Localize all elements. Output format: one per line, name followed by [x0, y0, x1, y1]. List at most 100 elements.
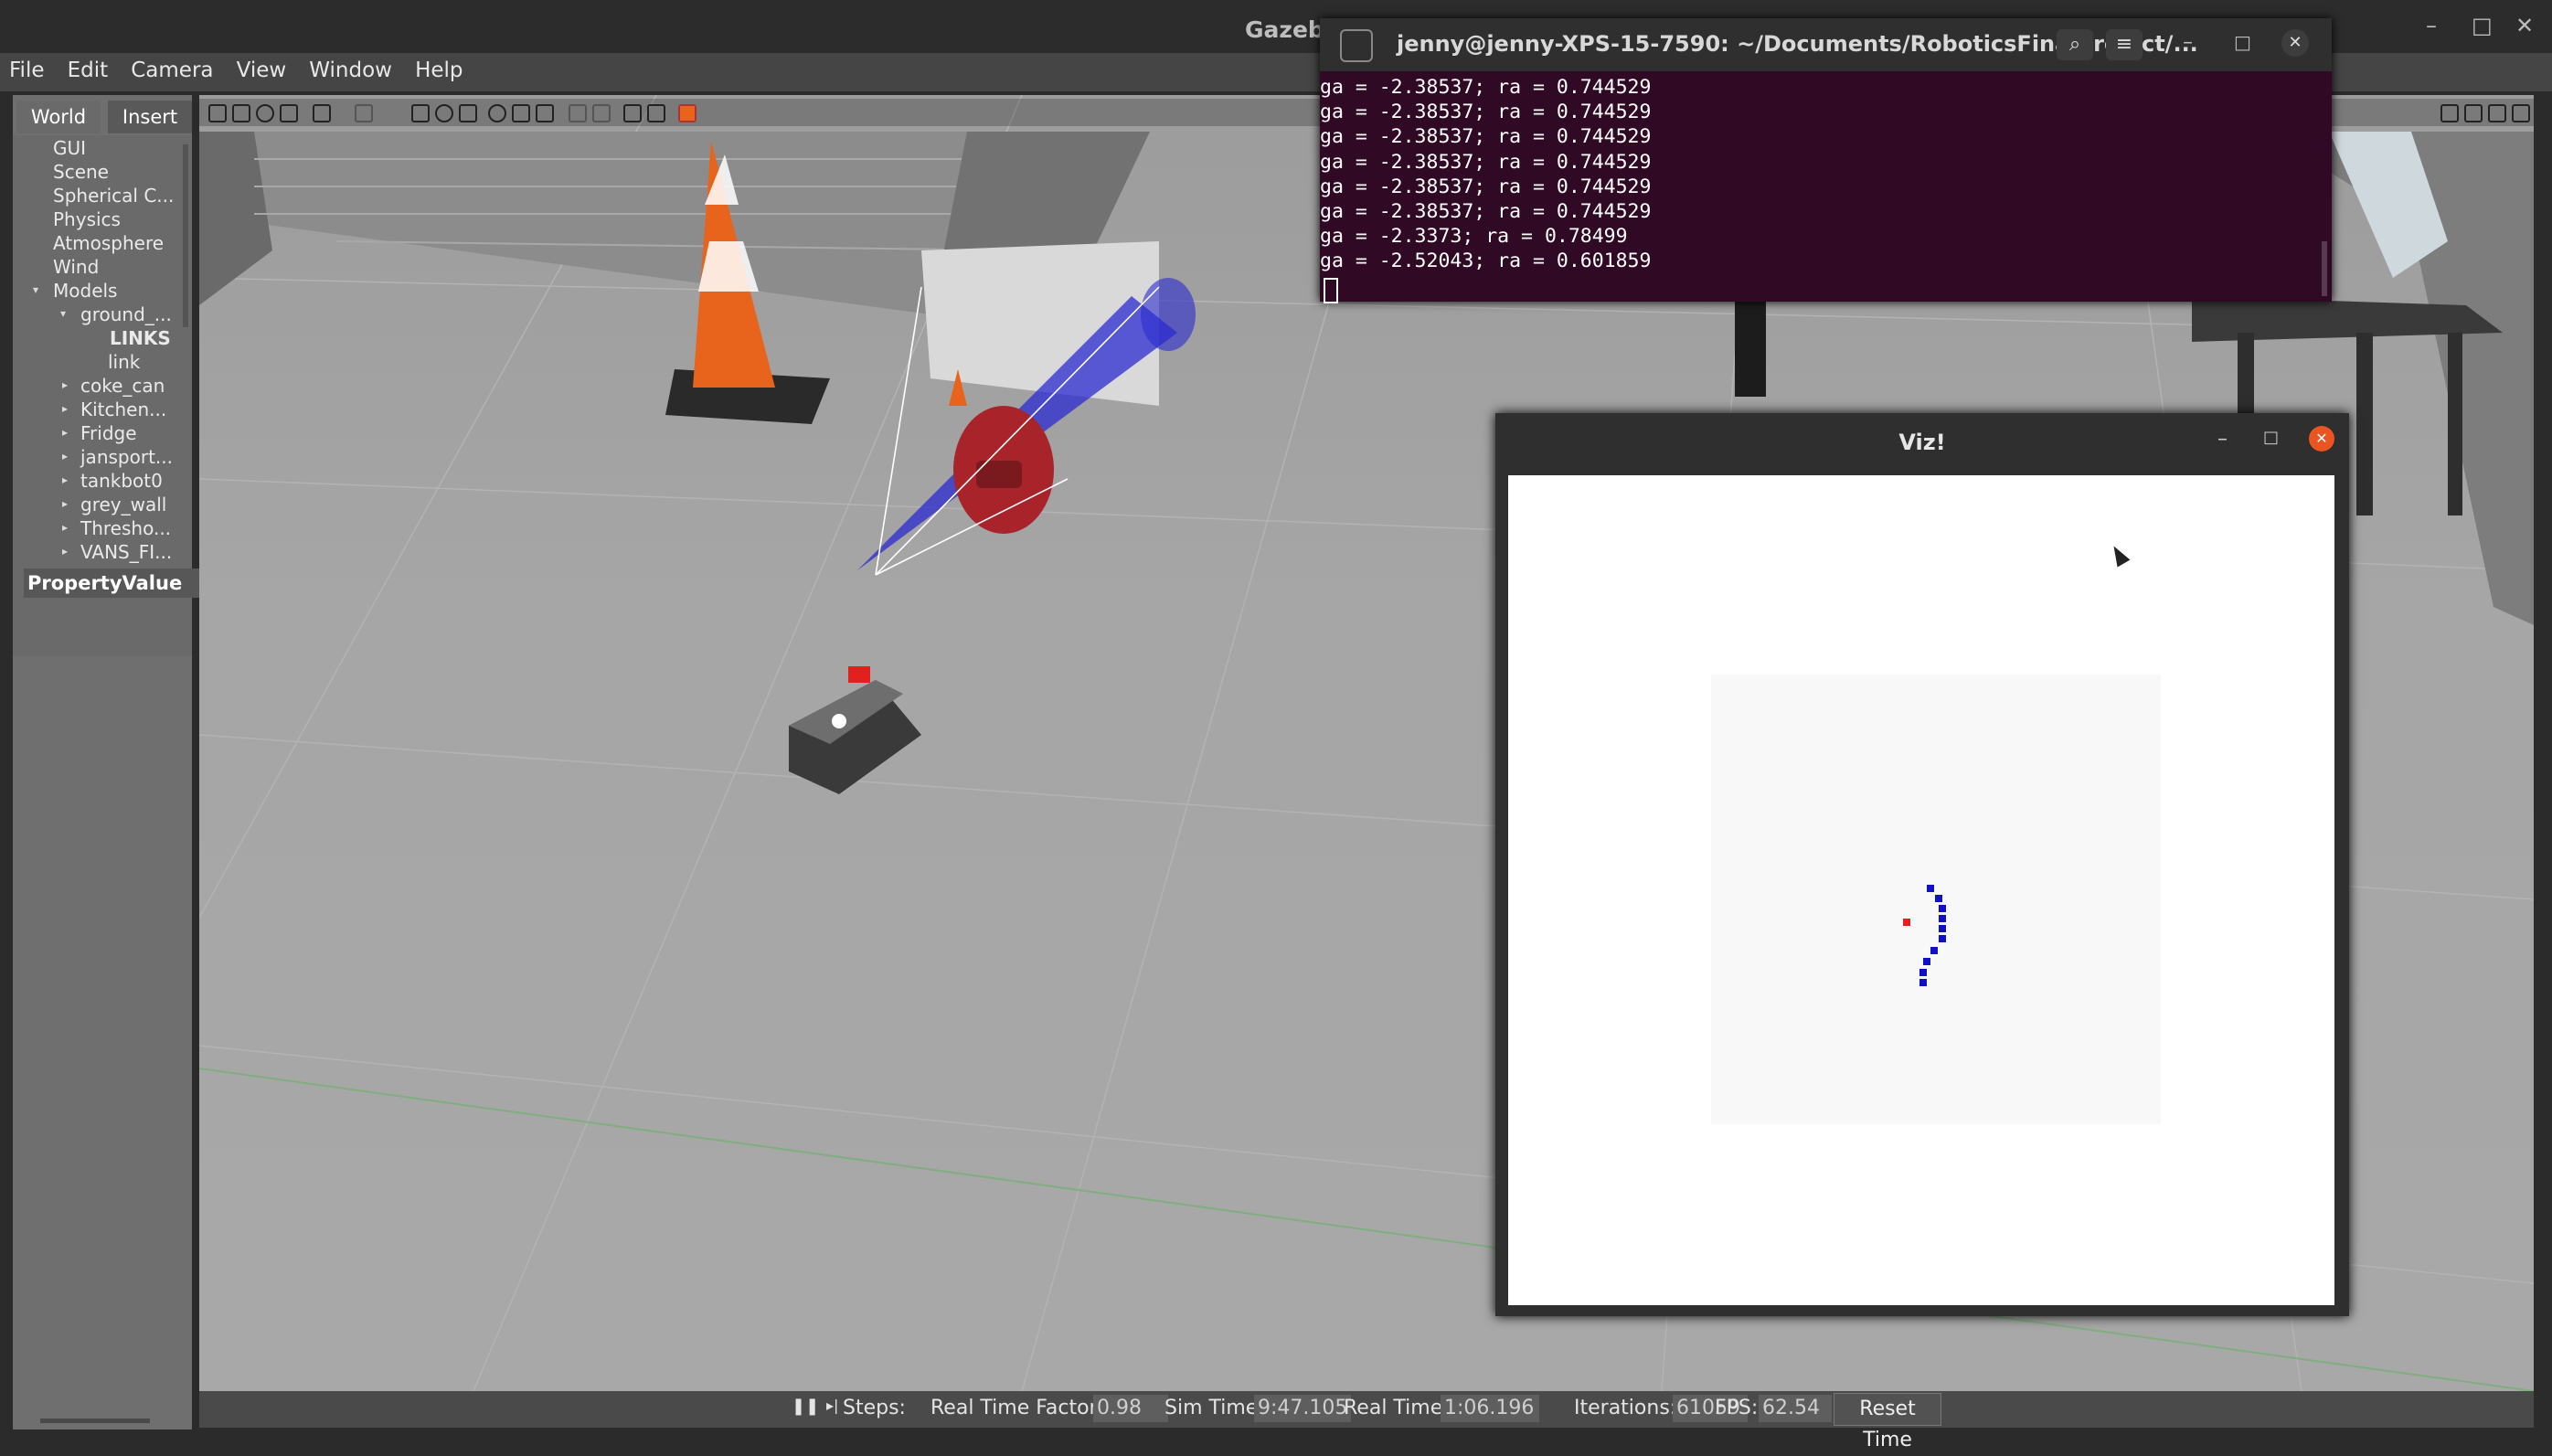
tree-scrollbar[interactable] — [183, 144, 188, 327]
menu-window[interactable]: Window — [300, 53, 401, 82]
sphere-shape-icon[interactable] — [435, 104, 453, 122]
rtf-value: 0.98 — [1093, 1395, 1168, 1422]
tree-item-spherical[interactable]: Spherical C... — [53, 185, 174, 207]
screenshot-icon[interactable] — [2440, 104, 2459, 122]
maximize-button[interactable]: □ — [2263, 428, 2279, 447]
robot-marker — [1903, 919, 1910, 926]
terminal-line: ga = -2.3373; ra = 0.78499 — [1320, 225, 1628, 249]
plot-icon[interactable] — [2488, 104, 2506, 122]
occupancy-grid — [1711, 675, 2161, 1124]
status-bar: ❚❚ ▸| Steps: Real Time Factor: 0.98 Sim … — [199, 1391, 2534, 1451]
collapse-arrow-icon[interactable]: ▸ — [62, 497, 68, 510]
expand-arrow-icon[interactable]: ▾ — [60, 307, 66, 320]
maximize-button[interactable]: □ — [2472, 13, 2493, 38]
tree-item-link[interactable]: link — [108, 351, 140, 373]
tree-item-links: LINKS — [110, 327, 171, 349]
paste-icon[interactable] — [592, 104, 611, 122]
collapse-arrow-icon[interactable]: ▸ — [62, 426, 68, 439]
expand-arrow-icon[interactable]: ▾ — [33, 283, 38, 296]
menu-edit[interactable]: Edit — [58, 53, 118, 82]
steps-label: Steps: — [843, 1397, 906, 1419]
tab-world[interactable]: World — [16, 101, 101, 133]
terminal-line: ga = -2.38537; ra = 0.744529 — [1320, 200, 1652, 224]
rtf-label: Real Time Factor: — [930, 1397, 1104, 1419]
redo-icon[interactable] — [355, 104, 373, 122]
select-tool-icon[interactable] — [208, 104, 227, 122]
collapse-arrow-icon[interactable]: ▸ — [62, 402, 68, 415]
copy-icon[interactable] — [569, 104, 587, 122]
table-leg — [2448, 333, 2462, 515]
lidar-cap — [1141, 278, 1196, 351]
viz-canvas[interactable] — [1508, 475, 2334, 1305]
tree-item-models[interactable]: Models — [53, 280, 117, 302]
iterations-label: Iterations: — [1574, 1397, 1677, 1419]
property-header: PropertyValue — [24, 569, 201, 598]
box-shape-icon[interactable] — [411, 104, 430, 122]
sim-time-label: Sim Time: — [1164, 1397, 1265, 1419]
real-time-label: Real Time: — [1344, 1397, 1450, 1419]
menu-file[interactable]: File — [0, 53, 54, 82]
tree-item-ground[interactable]: ground_... — [80, 303, 172, 325]
video-icon[interactable] — [2512, 104, 2530, 122]
record-icon[interactable] — [678, 104, 696, 122]
menu-icon[interactable]: ≡ — [2106, 29, 2143, 60]
menu-view[interactable]: View — [228, 53, 296, 82]
terminal-line: ga = -2.38537; ra = 0.744529 — [1320, 175, 1652, 198]
panel-scrollbar[interactable] — [40, 1419, 150, 1423]
tree-item-grey-wall[interactable]: grey_wall — [80, 494, 166, 515]
collapse-arrow-icon[interactable]: ▸ — [62, 545, 68, 558]
pause-icon[interactable]: ❚❚ — [792, 1397, 819, 1416]
maximize-button[interactable]: □ — [2234, 31, 2251, 53]
tree-item-physics[interactable]: Physics — [53, 208, 121, 230]
minimize-button[interactable]: – — [2426, 13, 2437, 38]
tree-item-coke-can[interactable]: coke_can — [80, 375, 165, 397]
new-tab-icon[interactable] — [1340, 29, 1373, 62]
robot-sensor — [848, 666, 870, 683]
tree-item-tankbot0[interactable]: tankbot0 — [80, 470, 163, 492]
terminal-line: ga = -2.38537; ra = 0.744529 — [1320, 150, 1652, 174]
step-icon[interactable]: ▸| — [826, 1397, 838, 1414]
tab-insert[interactable]: Insert — [108, 101, 192, 133]
spot-light-icon[interactable] — [512, 104, 530, 122]
minimize-button[interactable]: – — [2217, 428, 2228, 451]
log-icon[interactable] — [2464, 104, 2483, 122]
tree-item-threshold[interactable]: Thresho... — [80, 517, 171, 539]
close-button[interactable]: ✕ — [2281, 29, 2309, 57]
tree-item-wind[interactable]: Wind — [53, 256, 99, 278]
viz-window[interactable]: Viz! – □ ✕ — [1495, 413, 2349, 1316]
collapse-arrow-icon[interactable]: ▸ — [62, 450, 68, 462]
tree-item-atmosphere[interactable]: Atmosphere — [53, 232, 164, 254]
undo-icon[interactable] — [313, 104, 331, 122]
close-button[interactable]: ✕ — [2515, 13, 2534, 38]
align-icon[interactable] — [623, 104, 642, 122]
tree-item-kitchen[interactable]: Kitchen... — [80, 399, 166, 420]
tree-item-gui[interactable]: GUI — [53, 137, 86, 159]
tree-item-vans[interactable]: VANS_FI... — [80, 541, 172, 563]
snap-icon[interactable] — [647, 104, 665, 122]
terminal-scrollbar[interactable] — [2322, 241, 2327, 296]
search-icon[interactable]: ⌕ — [2057, 29, 2093, 60]
terminal-cursor — [1324, 278, 1338, 303]
point-light-icon[interactable] — [488, 104, 506, 122]
terminal-output: ga = -2.38537; ra = 0.744529 ga = -2.385… — [1320, 75, 1651, 274]
minimize-button[interactable]: – — [2183, 31, 2193, 54]
translate-tool-icon[interactable] — [232, 104, 250, 122]
collapse-arrow-icon[interactable]: ▸ — [62, 521, 68, 534]
menu-help[interactable]: Help — [406, 53, 472, 82]
scale-tool-icon[interactable] — [280, 104, 298, 122]
collapse-arrow-icon[interactable]: ▸ — [62, 378, 68, 391]
terminal-line: ga = -2.52043; ra = 0.601859 — [1320, 250, 1652, 273]
tree-item-fridge[interactable]: Fridge — [80, 422, 137, 444]
directional-light-icon[interactable] — [536, 104, 554, 122]
terminal-line: ga = -2.38537; ra = 0.744529 — [1320, 101, 1652, 124]
rotate-tool-icon[interactable] — [256, 104, 274, 122]
close-button[interactable]: ✕ — [2309, 426, 2334, 452]
menu-camera[interactable]: Camera — [122, 53, 222, 82]
table-leg — [2356, 333, 2373, 515]
terminal-window[interactable]: jenny@jenny-XPS-15-7590: ~/Documents/Rob… — [1320, 18, 2332, 303]
reset-time-button[interactable]: Reset Time — [1834, 1393, 1941, 1451]
tree-item-scene[interactable]: Scene — [53, 161, 109, 183]
collapse-arrow-icon[interactable]: ▸ — [62, 473, 68, 486]
tree-item-jansport[interactable]: jansport... — [80, 446, 173, 468]
cylinder-shape-icon[interactable] — [459, 104, 477, 122]
